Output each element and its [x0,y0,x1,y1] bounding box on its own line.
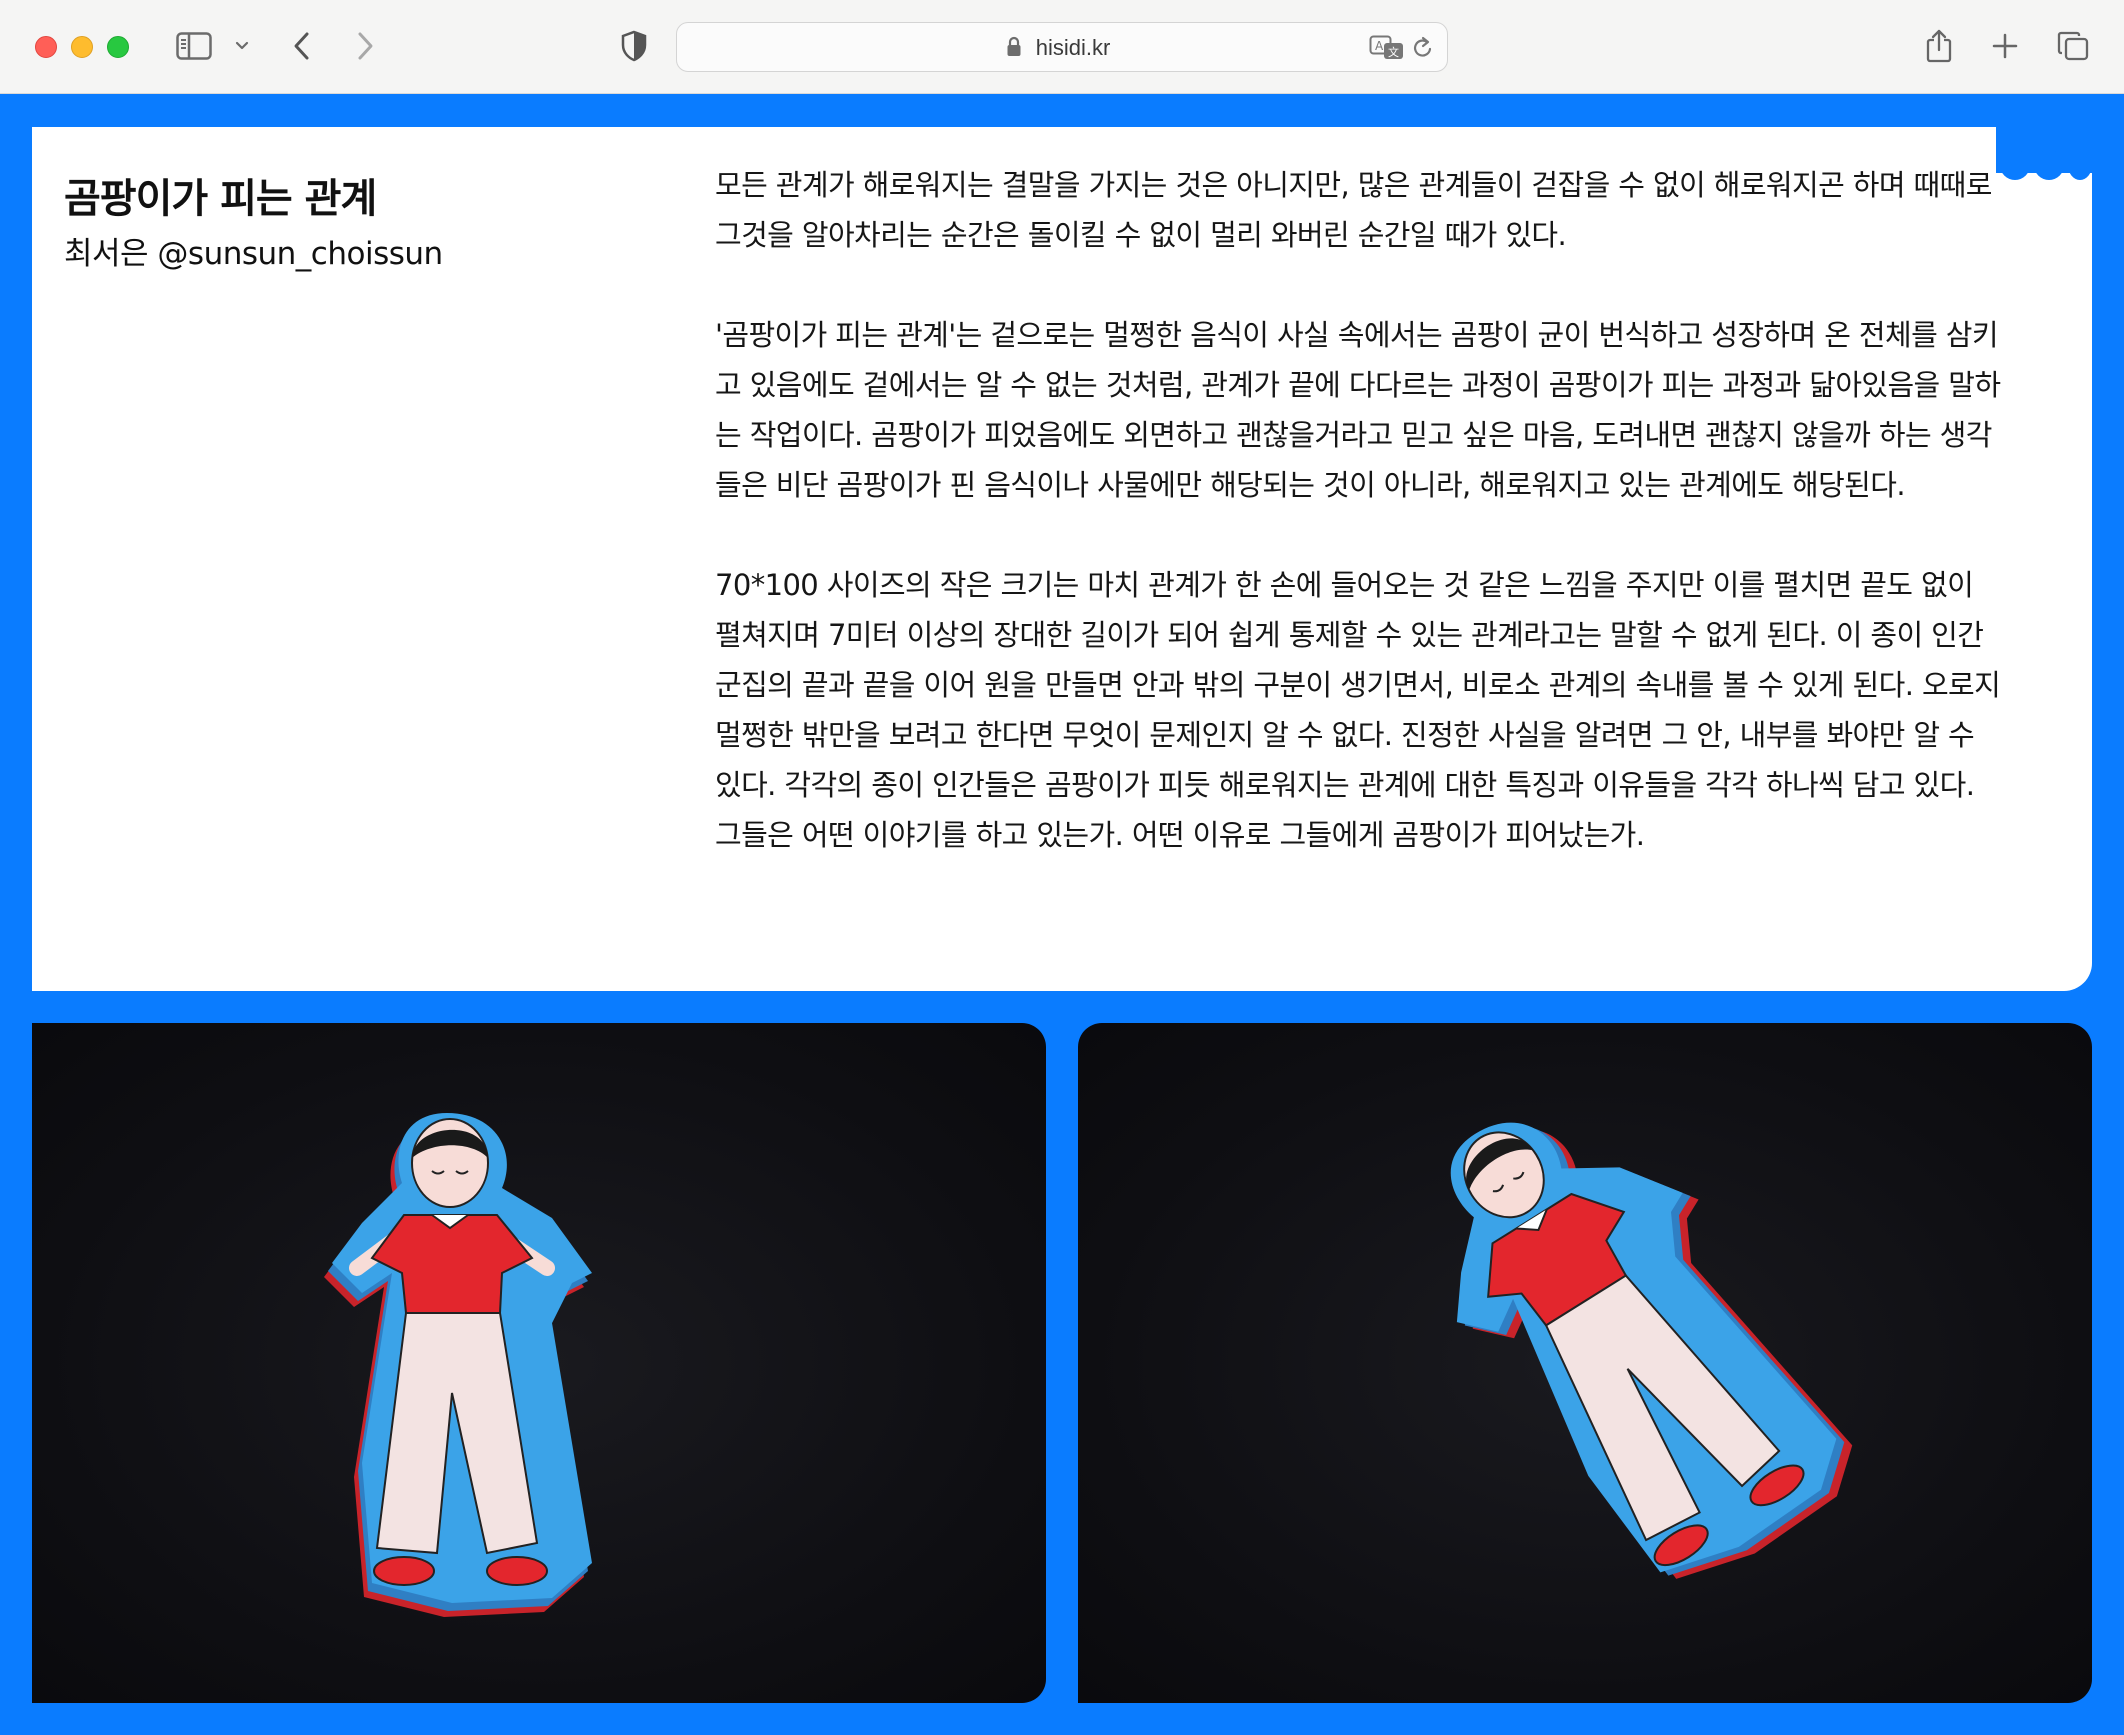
address-bar[interactable]: hisidi.kr A 文 [676,22,1448,72]
chevron-down-icon [235,41,249,50]
plus-icon [1992,33,2018,59]
new-tab-button[interactable] [1985,26,2025,66]
description-paragraph: '곰팡이가 피는 관계'는 겉으로는 멀쩡한 음식이 사실 속에서는 곰팡이 균… [715,318,2001,502]
project-title: 곰팡이가 피는 관계 [64,176,377,222]
share-icon [1926,29,1952,63]
project-photo-standing[interactable] [32,1023,1046,1703]
paper-figure-illustration [1450,1122,1853,1579]
paper-figure-illustration [324,1113,592,1617]
svg-text:文: 文 [1388,45,1399,59]
forward-icon [358,32,373,60]
browser-toolbar: hisidi.kr A 文 [0,0,2124,94]
shield-icon [621,30,647,62]
back-icon [294,32,309,60]
project-description: 모든 관계가 해로워지는 결말을 가지는 것은 아니지만, 많은 관계들이 걷잡… [715,160,2005,860]
maximize-window-button[interactable] [107,36,129,58]
privacy-report-button[interactable] [614,26,654,66]
tab-overview-button[interactable] [2053,26,2093,66]
tabs-icon [2057,31,2089,61]
minimize-window-button[interactable] [71,36,93,58]
sidebar-icon [176,32,212,60]
description-paragraph: 모든 관계가 해로워지는 결말을 가지는 것은 아니지만, 많은 관계들이 걷잡… [715,168,1992,252]
back-button[interactable] [282,26,322,66]
project-photo-lying[interactable] [1078,1023,2092,1703]
card-corner-bump [2034,150,2064,180]
address-url: hisidi.kr [1035,35,1111,60]
reload-icon[interactable] [1412,36,1434,60]
description-paragraph: 70*100 사이즈의 작은 크기는 마치 관계가 한 손에 들어오는 것 같은… [715,568,2001,852]
close-window-button[interactable] [35,36,57,58]
forward-button[interactable] [345,26,385,66]
sidebar-menu-button[interactable] [222,26,262,66]
card-corner-bump [2068,150,2092,180]
sidebar-toggle-button[interactable] [174,26,214,66]
share-button[interactable] [1919,26,1959,66]
translate-icon[interactable]: A 文 [1369,35,1405,61]
project-author[interactable]: 최서은 @sunsun_choissun [64,228,443,273]
svg-text:A: A [1375,39,1384,53]
